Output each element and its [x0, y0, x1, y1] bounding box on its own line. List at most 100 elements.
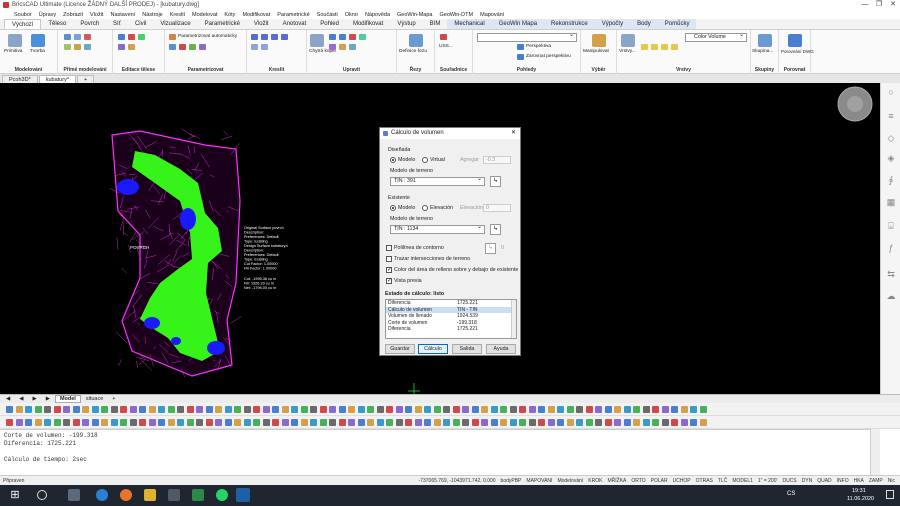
- toolbar-tool-icon[interactable]: [671, 419, 678, 426]
- tab-pomucky[interactable]: Pomůcky: [657, 19, 697, 29]
- toolbar-tool-icon[interactable]: [310, 419, 317, 426]
- chytra-kopie-icon[interactable]: [310, 34, 324, 47]
- toolbar-tool-icon[interactable]: [291, 406, 298, 413]
- toolbar-tool-icon[interactable]: [101, 406, 108, 413]
- properties-icon[interactable]: ≡: [886, 111, 896, 121]
- toolbar-tool-icon[interactable]: [481, 419, 488, 426]
- toolbar-tool-icon[interactable]: [15, 419, 23, 426]
- pick-polyline-button[interactable]: ↳: [485, 243, 496, 254]
- tab-geowin-mapa[interactable]: GeoWin Mapa: [491, 19, 545, 29]
- toolbar-tool-icon[interactable]: [547, 419, 555, 426]
- rotate-icon[interactable]: [329, 44, 336, 50]
- toolbar-tool-icon[interactable]: [25, 419, 32, 426]
- toolbar-tool-icon[interactable]: [348, 419, 355, 426]
- status-item[interactable]: 1" = 200': [758, 478, 778, 484]
- toolbar-tool-icon[interactable]: [243, 419, 251, 426]
- shell-icon[interactable]: [128, 44, 135, 50]
- toolbar-tool-icon[interactable]: [538, 419, 545, 426]
- toolbar-tool-icon[interactable]: [329, 406, 336, 413]
- toolbar-tool-icon[interactable]: [44, 419, 51, 426]
- toolbar-tool-icon[interactable]: [614, 419, 621, 426]
- intersect-icon[interactable]: [138, 34, 145, 40]
- tab-vypocty[interactable]: Výpočty: [594, 19, 631, 29]
- layout-tab-add[interactable]: +: [108, 396, 119, 402]
- toolbar-tool-icon[interactable]: [452, 406, 460, 413]
- nav-last-icon[interactable]: ▶: [42, 396, 54, 402]
- edge-icon[interactable]: [96, 489, 108, 501]
- zarovnat-button[interactable]: Zarovnat perspektivu: [526, 54, 571, 59]
- layout-tab-model[interactable]: Model: [54, 395, 81, 403]
- menu-geowin-mapa[interactable]: GeoWin-Mapa: [397, 12, 432, 18]
- toolbar-tool-icon[interactable]: [25, 406, 32, 413]
- toolbar-tool-icon[interactable]: [82, 419, 89, 426]
- status-item[interactable]: POLAR: [651, 478, 668, 484]
- layer-state-icon[interactable]: [641, 44, 648, 50]
- toolbar-tool-icon[interactable]: [338, 406, 346, 413]
- language-indicator[interactable]: CS: [787, 491, 795, 497]
- toolbar-tool-icon[interactable]: [633, 406, 640, 413]
- toolbar-tool-icon[interactable]: [120, 406, 127, 413]
- toolbar-tool-icon[interactable]: [91, 406, 99, 413]
- tab-bim[interactable]: BIM: [423, 19, 448, 29]
- toolbar-tool-icon[interactable]: [196, 419, 203, 426]
- toolbar-tool-icon[interactable]: [424, 419, 431, 426]
- toolbar-tool-icon[interactable]: [433, 419, 441, 426]
- calculator-icon[interactable]: [168, 489, 180, 501]
- toolbar-tool-icon[interactable]: [319, 419, 327, 426]
- toolbar-tool-icon[interactable]: [699, 406, 707, 413]
- doc-tab-kubatury[interactable]: kubatury*: [38, 75, 76, 83]
- menu-modelovat[interactable]: Modelovat: [192, 12, 217, 18]
- menu-geowin-dtm[interactable]: GeoWin-DTM: [439, 12, 473, 18]
- tab-vychozi[interactable]: Výchozí: [4, 19, 42, 29]
- toolbar-tool-icon[interactable]: [129, 419, 137, 426]
- minimize-button[interactable]: —: [858, 0, 872, 10]
- tab-pohled[interactable]: Pohled: [313, 19, 346, 29]
- toolbar-tool-icon[interactable]: [414, 406, 422, 413]
- tab-sit[interactable]: Síť: [106, 19, 128, 29]
- radio-elevacion[interactable]: [422, 205, 428, 211]
- toolbar-tool-icon[interactable]: [642, 406, 650, 413]
- toolbar-tool-icon[interactable]: [585, 406, 593, 413]
- perspektiva-icon[interactable]: [517, 44, 524, 50]
- toolbar-tool-icon[interactable]: [91, 419, 99, 426]
- toolbar-tool-icon[interactable]: [357, 419, 365, 426]
- toolbar-tool-icon[interactable]: [500, 406, 507, 413]
- toolbar-tool-icon[interactable]: [63, 406, 70, 413]
- layer-freeze-icon[interactable]: [651, 44, 658, 50]
- toolbar-tool-icon[interactable]: [576, 406, 583, 413]
- union-icon[interactable]: [118, 34, 125, 40]
- toolbar-tool-icon[interactable]: [253, 406, 260, 413]
- toolbar-tool-icon[interactable]: [262, 406, 270, 413]
- menu-vlozit[interactable]: Vložit: [90, 12, 103, 18]
- tab-teleso[interactable]: Těleso: [41, 19, 73, 29]
- copy-icon[interactable]: [339, 34, 346, 40]
- toolbar-tool-icon[interactable]: [129, 406, 137, 413]
- excel-icon[interactable]: [192, 489, 204, 501]
- toolbar-tool-icon[interactable]: [661, 406, 669, 413]
- tab-rekonstrukce[interactable]: Rekonstrukce: [544, 19, 595, 29]
- toolbar-tool-icon[interactable]: [262, 419, 270, 426]
- perspektiva-button[interactable]: Perspektiva: [526, 44, 551, 49]
- toolbar-tool-icon[interactable]: [395, 406, 403, 413]
- menu-mapovani[interactable]: Mapování: [480, 12, 504, 18]
- windows-start-icon[interactable]: ⊞: [9, 489, 21, 501]
- bulb-icon[interactable]: ○: [886, 87, 896, 97]
- toolbar-tool-icon[interactable]: [310, 406, 317, 413]
- doc-tab-pcoh3d[interactable]: Pcoh3D*: [2, 75, 38, 83]
- tab-anotovat[interactable]: Anotovat: [276, 19, 314, 29]
- nav-prev-icon[interactable]: ◀: [15, 396, 27, 402]
- toolbar-tool-icon[interactable]: [44, 406, 51, 413]
- toolbar-tool-icon[interactable]: [177, 406, 184, 413]
- toolbar-tool-icon[interactable]: [633, 419, 640, 426]
- toolbar-tool-icon[interactable]: [614, 406, 621, 413]
- toolbar-tool-icon[interactable]: [414, 419, 422, 426]
- vista-previa-checkbox[interactable]: ✓: [386, 278, 392, 284]
- toolbar-tool-icon[interactable]: [433, 406, 441, 413]
- zarovnat-icon[interactable]: [517, 54, 524, 60]
- tab-povrch[interactable]: Povrch: [73, 19, 106, 29]
- close-button[interactable]: ✕: [886, 0, 900, 10]
- scale-icon[interactable]: [339, 44, 346, 50]
- line-icon[interactable]: [251, 34, 258, 40]
- toolbar-tool-icon[interactable]: [72, 406, 80, 413]
- manipulovat-icon[interactable]: [592, 34, 606, 47]
